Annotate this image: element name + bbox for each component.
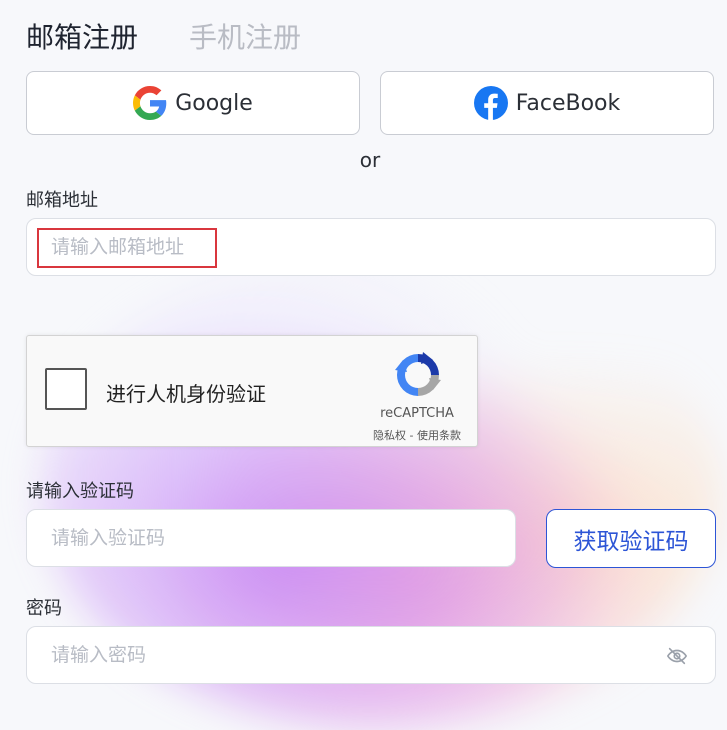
email-input[interactable]	[26, 218, 716, 276]
google-login-button[interactable]: Google	[26, 71, 360, 135]
recaptcha-privacy-terms-link[interactable]: 隐私权 - 使用条款	[347, 427, 487, 443]
verification-code-input[interactable]	[26, 509, 516, 567]
facebook-logo-icon	[473, 86, 508, 120]
google-button-label: Google	[175, 90, 253, 116]
google-logo-icon	[133, 86, 167, 120]
verification-code-label: 请输入验证码	[26, 481, 134, 502]
recaptcha-widget: 进行人机身份验证 reCAPTCHA 隐私权 - 使用条款	[26, 335, 478, 447]
recaptcha-checkbox[interactable]	[45, 368, 87, 410]
eye-off-icon[interactable]	[666, 645, 688, 667]
tab-phone-register[interactable]: 手机注册	[189, 18, 301, 58]
recaptcha-logo-icon	[395, 352, 441, 396]
get-verification-code-button[interactable]: 获取验证码	[546, 509, 716, 568]
tab-email-register[interactable]: 邮箱注册	[26, 18, 138, 58]
facebook-button-label: FaceBook	[515, 90, 621, 116]
or-divider-text: or	[359, 148, 381, 172]
email-label: 邮箱地址	[26, 190, 98, 211]
facebook-login-button[interactable]: FaceBook	[380, 71, 714, 135]
recaptcha-brand: reCAPTCHA	[380, 406, 454, 421]
password-label: 密码	[26, 598, 62, 619]
recaptcha-label: 进行人机身份验证	[106, 382, 266, 406]
password-input[interactable]	[26, 626, 716, 684]
